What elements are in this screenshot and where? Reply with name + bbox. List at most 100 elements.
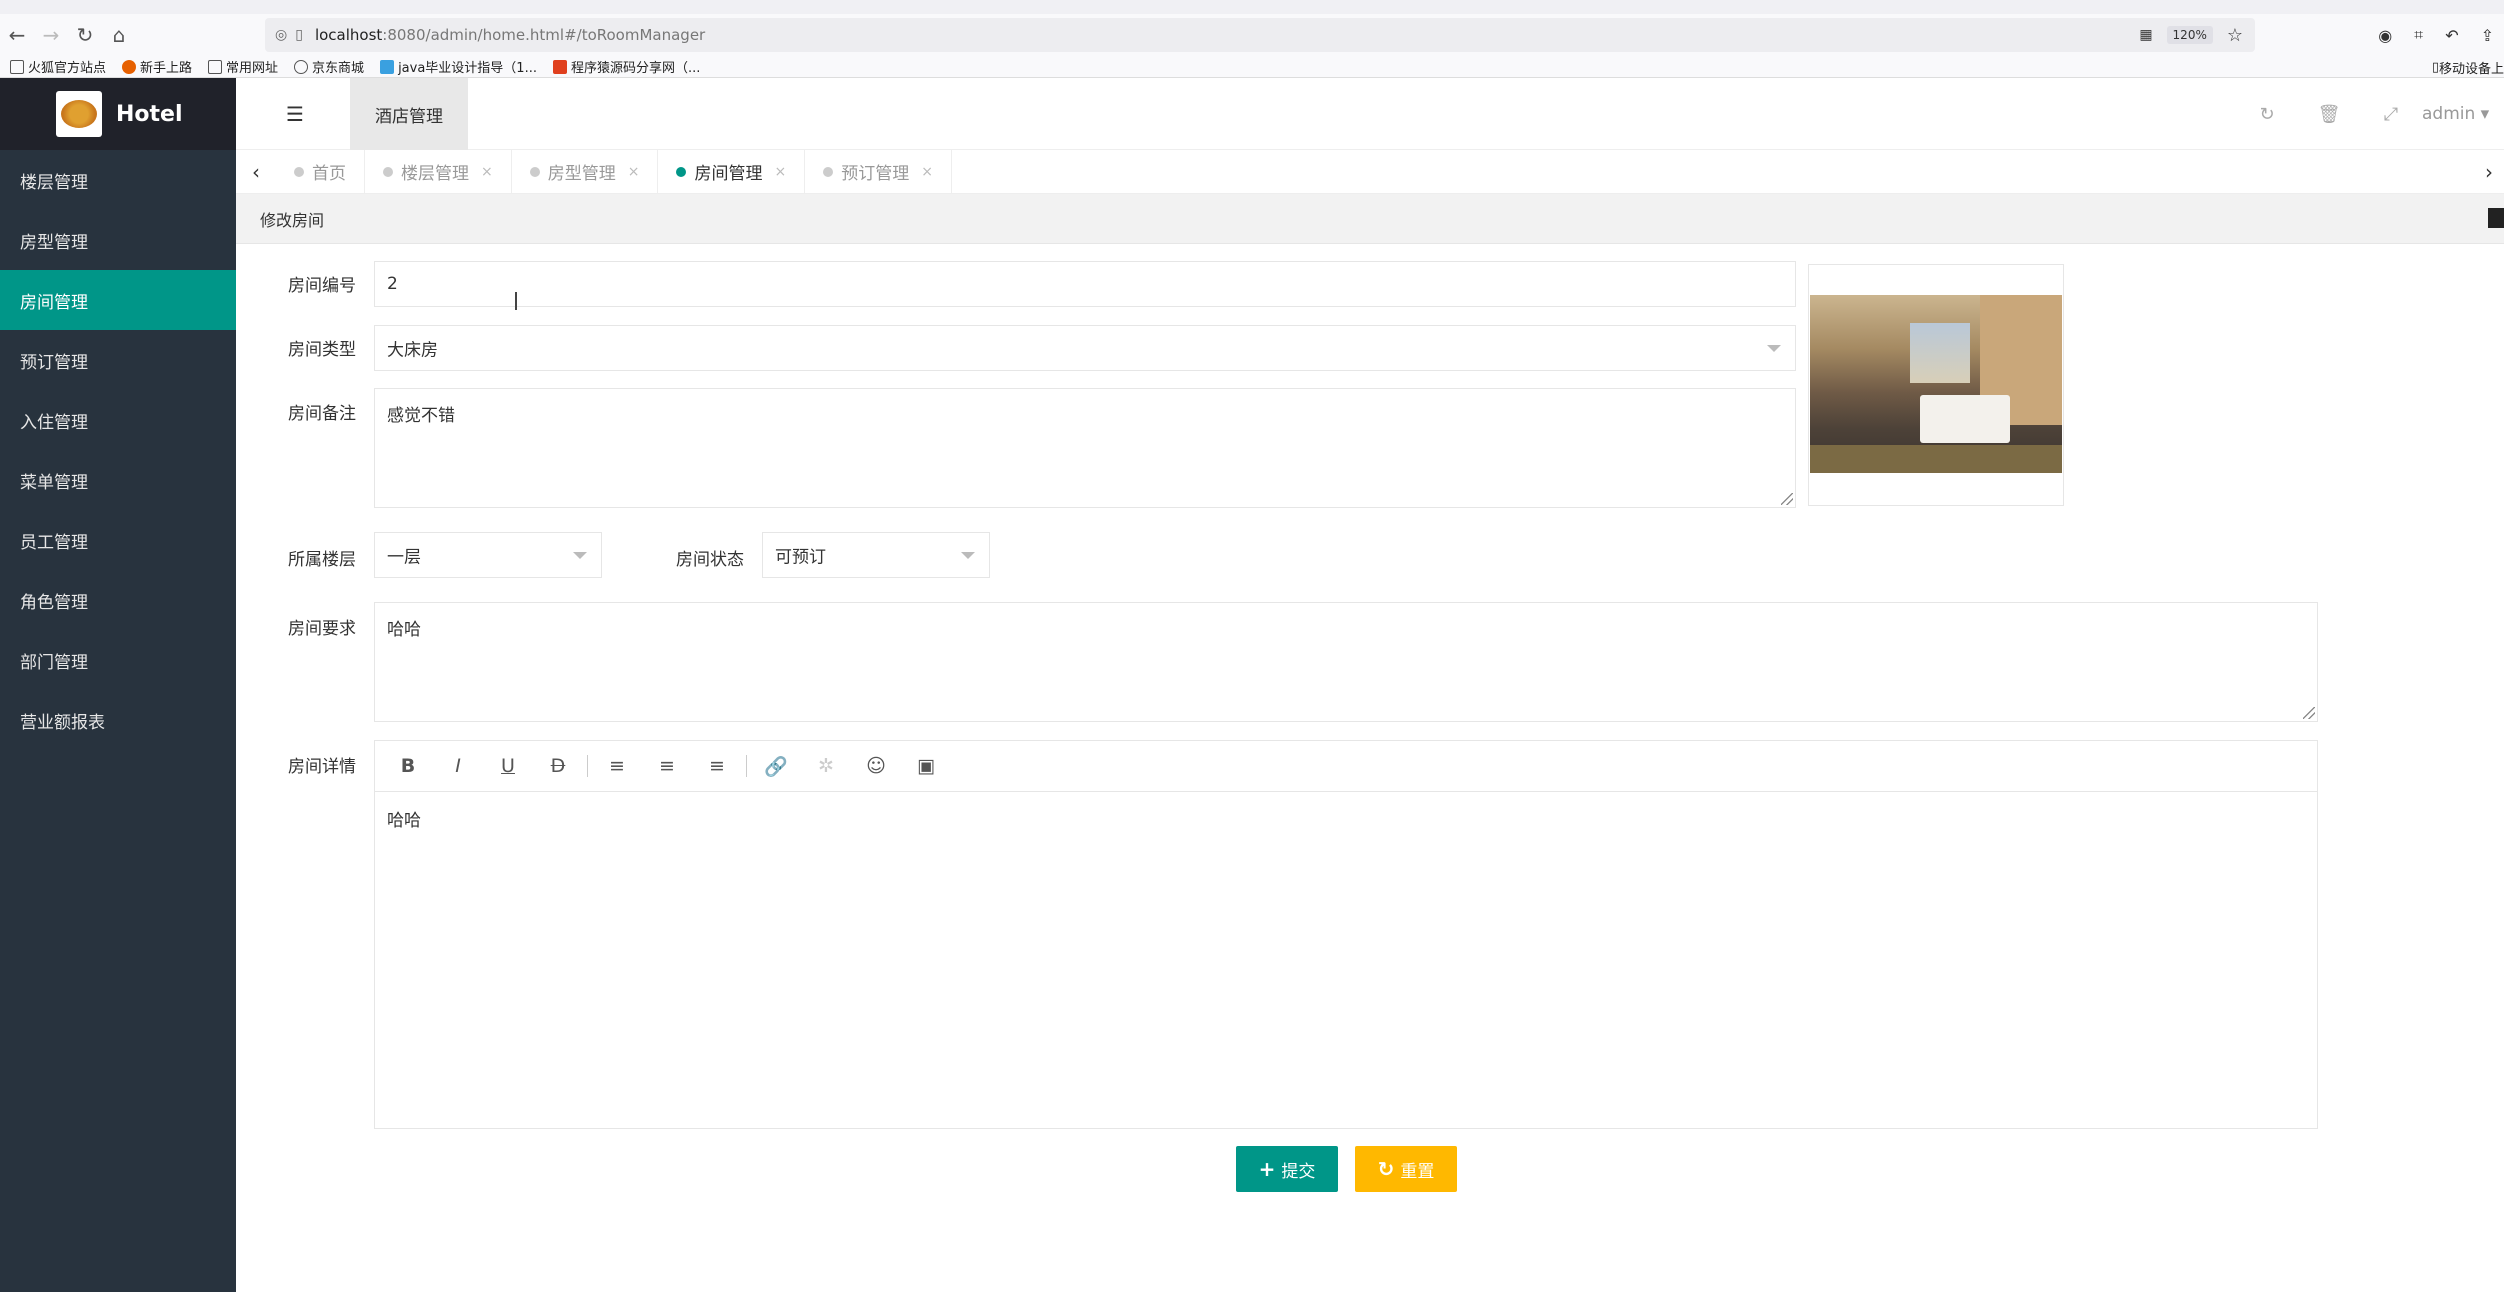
align-right-icon[interactable]: ≡ bbox=[692, 755, 742, 777]
chevron-down-icon bbox=[573, 552, 587, 559]
page-icon: ▯ bbox=[295, 27, 303, 43]
room-type-select[interactable]: 大床房 bbox=[374, 325, 1796, 371]
header-right: ↻ 🗑 ⤢ admin ▾ bbox=[2236, 78, 2504, 150]
browser-titlebar bbox=[0, 0, 2504, 14]
reload-icon[interactable]: ↻ bbox=[68, 23, 102, 47]
sidebar-item-room-type[interactable]: 房型管理 bbox=[0, 210, 236, 270]
close-icon[interactable]: × bbox=[774, 164, 786, 180]
tab-room[interactable]: 房间管理 × bbox=[658, 149, 806, 194]
unlink-icon[interactable]: ✲ bbox=[801, 755, 851, 777]
folder-icon bbox=[208, 59, 223, 74]
sidebar-item-staff[interactable]: 员工管理 bbox=[0, 510, 236, 570]
sidebar-item-booking[interactable]: 预订管理 bbox=[0, 330, 236, 390]
tab-dot bbox=[676, 166, 687, 177]
tab-room-type[interactable]: 房型管理 × bbox=[512, 149, 659, 194]
window-icon[interactable] bbox=[2488, 208, 2504, 228]
bold-icon[interactable]: B bbox=[383, 755, 433, 777]
align-center-icon[interactable]: ≡ bbox=[642, 755, 692, 777]
sidebar-item-dept[interactable]: 部门管理 bbox=[0, 630, 236, 690]
sidebar-item-floor[interactable]: 楼层管理 bbox=[0, 150, 236, 210]
sidebar-item-revenue[interactable]: 营业额报表 bbox=[0, 690, 236, 750]
room-photo bbox=[1810, 295, 2062, 473]
address-bar[interactable]: ◎ ▯ localhost:8080/admin/home.html#/toRo… bbox=[265, 18, 2255, 52]
refresh-icon[interactable]: ↻ bbox=[2236, 104, 2298, 125]
sidebar-item-room[interactable]: 房间管理 bbox=[0, 270, 236, 330]
underline-icon[interactable]: U bbox=[483, 755, 533, 777]
zoom-level[interactable]: 120% bbox=[2166, 26, 2213, 44]
crop-icon[interactable]: ⌗ bbox=[2414, 25, 2423, 45]
align-left-icon[interactable]: ≡ bbox=[592, 755, 642, 777]
room-no-input[interactable]: 2 bbox=[374, 261, 1796, 307]
logo-area: Hotel bbox=[0, 78, 236, 150]
qr-icon[interactable]: ▦ bbox=[2139, 27, 2152, 43]
bookmark-mobile[interactable]: ▯ 移动设备上 bbox=[2432, 56, 2504, 78]
browser-toolbar: ← → ↻ ⌂ ◎ ▯ localhost:8080/admin/home.ht… bbox=[0, 14, 2504, 56]
undo-icon[interactable]: ↶ bbox=[2445, 26, 2458, 45]
image-icon[interactable]: ▣ bbox=[901, 755, 951, 777]
toolbar-divider bbox=[587, 755, 588, 777]
sidebar-item-checkin[interactable]: 入住管理 bbox=[0, 390, 236, 450]
sidebar: Hotel 楼层管理 房型管理 房间管理 预订管理 入住管理 菜单管理 员工管理… bbox=[0, 78, 236, 1292]
close-icon[interactable]: × bbox=[481, 164, 493, 180]
bilibili-icon bbox=[380, 59, 395, 74]
tab-booking[interactable]: 预订管理 × bbox=[805, 149, 952, 194]
tab-home[interactable]: 首页 bbox=[276, 149, 365, 194]
sidebar-item-role[interactable]: 角色管理 bbox=[0, 570, 236, 630]
account-icon[interactable]: ◉ bbox=[2378, 26, 2392, 45]
resize-handle-icon[interactable] bbox=[2303, 707, 2315, 719]
floor-select[interactable]: 一层 bbox=[374, 532, 602, 578]
globe-icon bbox=[294, 59, 309, 74]
header-tab-hotel[interactable]: 酒店管理 bbox=[350, 78, 468, 150]
submit-button[interactable]: + 提交 bbox=[1236, 1146, 1338, 1192]
remark-label: 房间备注 bbox=[288, 404, 356, 424]
sidebar-toggle-icon[interactable]: ☰ bbox=[286, 102, 304, 126]
bookmark-item[interactable]: 京东商城 bbox=[294, 57, 364, 76]
tab-dot bbox=[823, 166, 834, 177]
fullscreen-icon[interactable]: ⤢ bbox=[2360, 104, 2422, 125]
bookmarks-bar: 火狐官方站点 新手上路 常用网址 京东商城 java毕业设计指导（1... 程序… bbox=[0, 56, 2504, 78]
star-icon[interactable]: ☆ bbox=[2227, 25, 2243, 46]
tab-floor[interactable]: 楼层管理 × bbox=[365, 149, 512, 194]
italic-icon[interactable]: I bbox=[433, 755, 483, 777]
plus-icon: + bbox=[1258, 1157, 1276, 1181]
user-menu[interactable]: admin ▾ bbox=[2422, 104, 2504, 124]
logo-text: Hotel bbox=[116, 101, 183, 127]
close-icon[interactable]: × bbox=[921, 164, 933, 180]
require-label: 房间要求 bbox=[288, 619, 356, 639]
tabs-left-arrow-icon[interactable]: ‹ bbox=[236, 160, 276, 184]
url-text: localhost:8080/admin/home.html#/toRoomMa… bbox=[314, 26, 706, 44]
chevron-down-icon bbox=[1767, 345, 1781, 352]
share-icon[interactable]: ⇪ bbox=[2481, 26, 2494, 45]
home-icon[interactable]: ⌂ bbox=[102, 23, 136, 47]
tab-dot bbox=[294, 166, 304, 177]
rich-editor-body[interactable]: 哈哈 bbox=[374, 791, 2318, 1129]
link-icon[interactable]: 🔗 bbox=[751, 755, 801, 778]
bookmark-item[interactable]: java毕业设计指导（1... bbox=[380, 57, 537, 76]
back-icon[interactable]: ← bbox=[0, 23, 34, 47]
status-select[interactable]: 可预订 bbox=[762, 532, 990, 578]
bookmark-item[interactable]: 程序猿源码分享网（... bbox=[552, 57, 700, 76]
bookmark-item[interactable]: 火狐官方站点 bbox=[10, 57, 106, 76]
detail-label: 房间详情 bbox=[288, 757, 356, 777]
require-textarea[interactable]: 哈哈 bbox=[374, 602, 2318, 722]
room-no-label: 房间编号 bbox=[288, 276, 356, 296]
resize-handle-icon[interactable] bbox=[1781, 493, 1793, 505]
trash-icon[interactable]: 🗑 bbox=[2298, 104, 2360, 125]
tab-dot bbox=[383, 166, 393, 177]
forward-icon[interactable]: → bbox=[34, 23, 68, 47]
emoji-icon[interactable]: ☺ bbox=[851, 755, 901, 777]
firefox-icon bbox=[122, 59, 137, 74]
room-photo-frame[interactable] bbox=[1808, 264, 2064, 506]
remark-textarea[interactable]: 感觉不错 bbox=[374, 388, 1796, 508]
tabs-bar: ‹ 首页 楼层管理 × 房型管理 × 房间管理 × 预订管理 × › bbox=[236, 149, 2504, 194]
page-title: 修改房间 bbox=[236, 194, 2504, 244]
reset-button[interactable]: ↻ 重置 bbox=[1355, 1146, 1457, 1192]
floor-label: 所属楼层 bbox=[288, 550, 356, 570]
sidebar-item-menu[interactable]: 菜单管理 bbox=[0, 450, 236, 510]
bookmark-item[interactable]: 常用网址 bbox=[208, 57, 278, 76]
tab-dot bbox=[529, 166, 540, 177]
bookmark-item[interactable]: 新手上路 bbox=[122, 57, 192, 76]
close-icon[interactable]: × bbox=[628, 164, 640, 180]
tabs-right-arrow-icon[interactable]: › bbox=[2474, 150, 2504, 194]
strikethrough-icon[interactable]: D bbox=[533, 755, 583, 777]
